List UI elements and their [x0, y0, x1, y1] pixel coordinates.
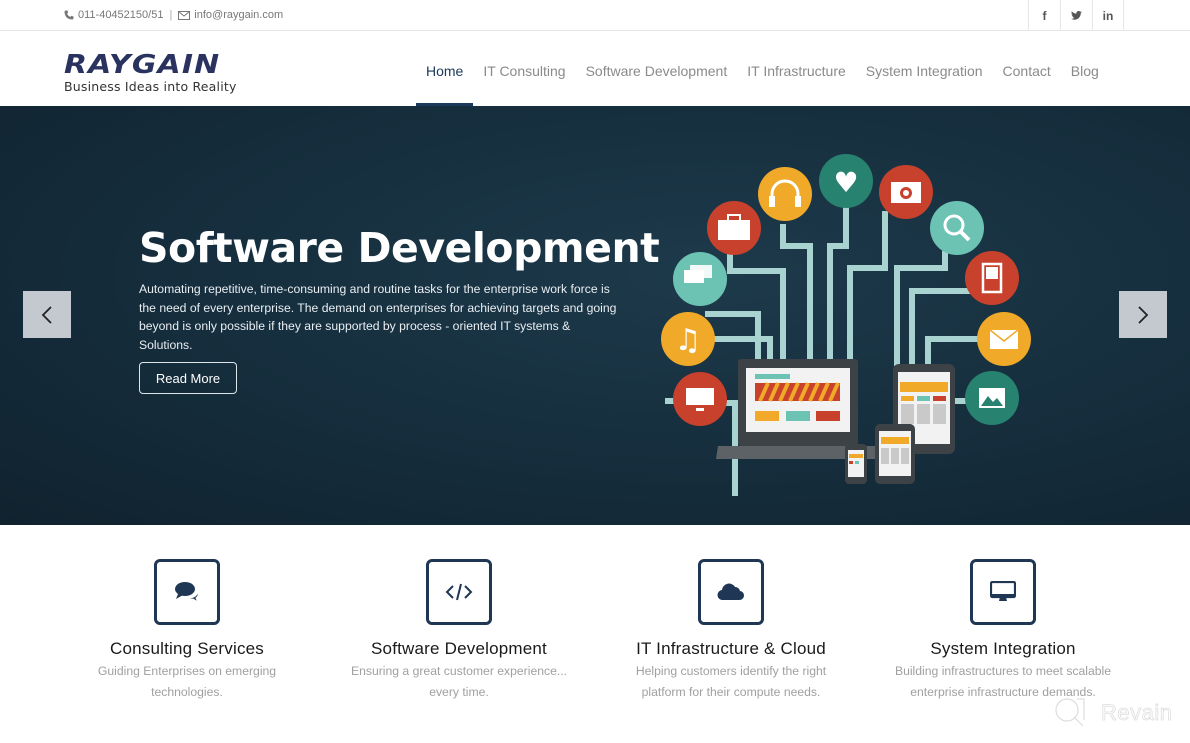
site-header: RAYGAIN Business Ideas into Reality Home…	[0, 31, 1190, 106]
icon-circle-briefcase	[707, 201, 761, 255]
service-icon-box	[426, 559, 492, 625]
read-more-button[interactable]: Read More	[139, 362, 237, 394]
phone-large-graphic	[875, 424, 915, 484]
service-description-line: technologies.	[151, 684, 223, 699]
icon-circle-image	[965, 371, 1019, 425]
icon-circle-search	[930, 201, 984, 255]
services-section: Consulting Services Guiding Enterprises …	[0, 525, 1190, 743]
icon-circle-mail	[977, 312, 1031, 366]
service-title: Software Development	[371, 639, 547, 658]
icon-circle-music: ♫	[661, 312, 715, 366]
nav-it-consulting[interactable]: IT Consulting	[473, 31, 575, 106]
svg-text:♥: ♥	[833, 166, 858, 199]
icon-circle-headphones	[758, 167, 812, 221]
hero-slider: Software Development Automating repetiti…	[0, 106, 1190, 525]
comments-icon	[175, 582, 200, 603]
revain-logo-icon	[1055, 698, 1085, 727]
service-title: System Integration	[930, 639, 1076, 658]
twitter-icon[interactable]	[1060, 0, 1092, 31]
icon-circle-monitor	[673, 372, 727, 426]
service-description: Ensuring a great customer experience... e…	[329, 661, 589, 702]
service-card-it-infrastructure[interactable]: IT Infrastructure & Cloud Helping custom…	[601, 559, 861, 702]
icon-circle-phone	[965, 251, 1019, 305]
service-icon-box	[154, 559, 220, 625]
icon-circle-camera	[879, 165, 933, 219]
icon-circle-chat	[673, 252, 727, 306]
envelope-icon	[178, 10, 191, 20]
service-description-line: Guiding Enterprises on emerging	[97, 664, 277, 678]
hero-title: Software Development	[139, 224, 660, 272]
service-description-line: platform for their compute needs.	[641, 684, 821, 699]
service-card-system-integration[interactable]: System Integration Building infrastructu…	[873, 559, 1133, 702]
service-description-line: Ensuring a great customer experience...	[350, 664, 568, 678]
service-card-software-development[interactable]: Software Development Ensuring a great cu…	[329, 559, 589, 702]
nav-it-infrastructure[interactable]: IT Infrastructure	[737, 31, 856, 106]
service-title: Consulting Services	[109, 639, 265, 658]
service-description-line: every time.	[429, 684, 489, 699]
phone-icon	[64, 10, 74, 20]
main-nav: Home IT Consulting Software Development …	[416, 31, 1109, 106]
separator: |	[169, 9, 173, 21]
email-link[interactable]: info@raygain.com	[194, 9, 283, 21]
revain-watermark: Revain	[1053, 696, 1172, 730]
logo-tagline: Business Ideas into Reality	[64, 79, 237, 94]
nav-home[interactable]: Home	[416, 31, 474, 106]
logo[interactable]: RAYGAIN Business Ideas into Reality	[64, 52, 237, 94]
slider-next-button[interactable]	[1119, 291, 1167, 338]
icon-circle-hearts: ♥	[819, 154, 873, 208]
service-card-consulting[interactable]: Consulting Services Guiding Enterprises …	[57, 559, 317, 702]
service-description-line: Helping customers identify the right	[635, 664, 827, 678]
chevron-right-icon	[1138, 305, 1149, 324]
service-description-line: Building infrastructures to meet scalabl…	[894, 664, 1112, 678]
hero-description: Automating repetitive, time-consuming an…	[139, 282, 617, 352]
top-bar: 011-40452150/51 | info@raygain.com f in	[0, 0, 1190, 31]
service-description: Guiding Enterprises on emerging technolog…	[57, 661, 317, 702]
linkedin-icon[interactable]: in	[1092, 0, 1124, 31]
phone-number[interactable]: 011-40452150/51	[78, 9, 163, 21]
revain-text: Revain	[1101, 700, 1173, 726]
nav-software-development[interactable]: Software Development	[576, 31, 738, 106]
devices-illustration: ♫ ♥	[661, 154, 1031, 496]
chevron-left-icon	[41, 305, 52, 324]
desktop-icon	[990, 581, 1016, 601]
facebook-icon[interactable]: f	[1028, 0, 1060, 31]
slider-prev-button[interactable]	[23, 291, 71, 338]
service-title: IT Infrastructure & Cloud	[636, 639, 826, 658]
service-description: Helping customers identify the right plat…	[601, 661, 861, 702]
social-links: f in	[1028, 0, 1124, 31]
phone-small-graphic	[845, 444, 867, 484]
nav-contact[interactable]: Contact	[993, 31, 1061, 106]
contact-info: 011-40452150/51 | info@raygain.com	[64, 9, 283, 21]
nav-blog[interactable]: Blog	[1061, 31, 1109, 106]
service-icon-box	[970, 559, 1036, 625]
code-icon	[445, 583, 473, 601]
nav-system-integration[interactable]: System Integration	[856, 31, 993, 106]
logo-wordmark: RAYGAIN	[64, 50, 221, 80]
svg-text:♫: ♫	[675, 323, 702, 358]
service-icon-box	[698, 559, 764, 625]
cloud-icon	[717, 583, 745, 601]
